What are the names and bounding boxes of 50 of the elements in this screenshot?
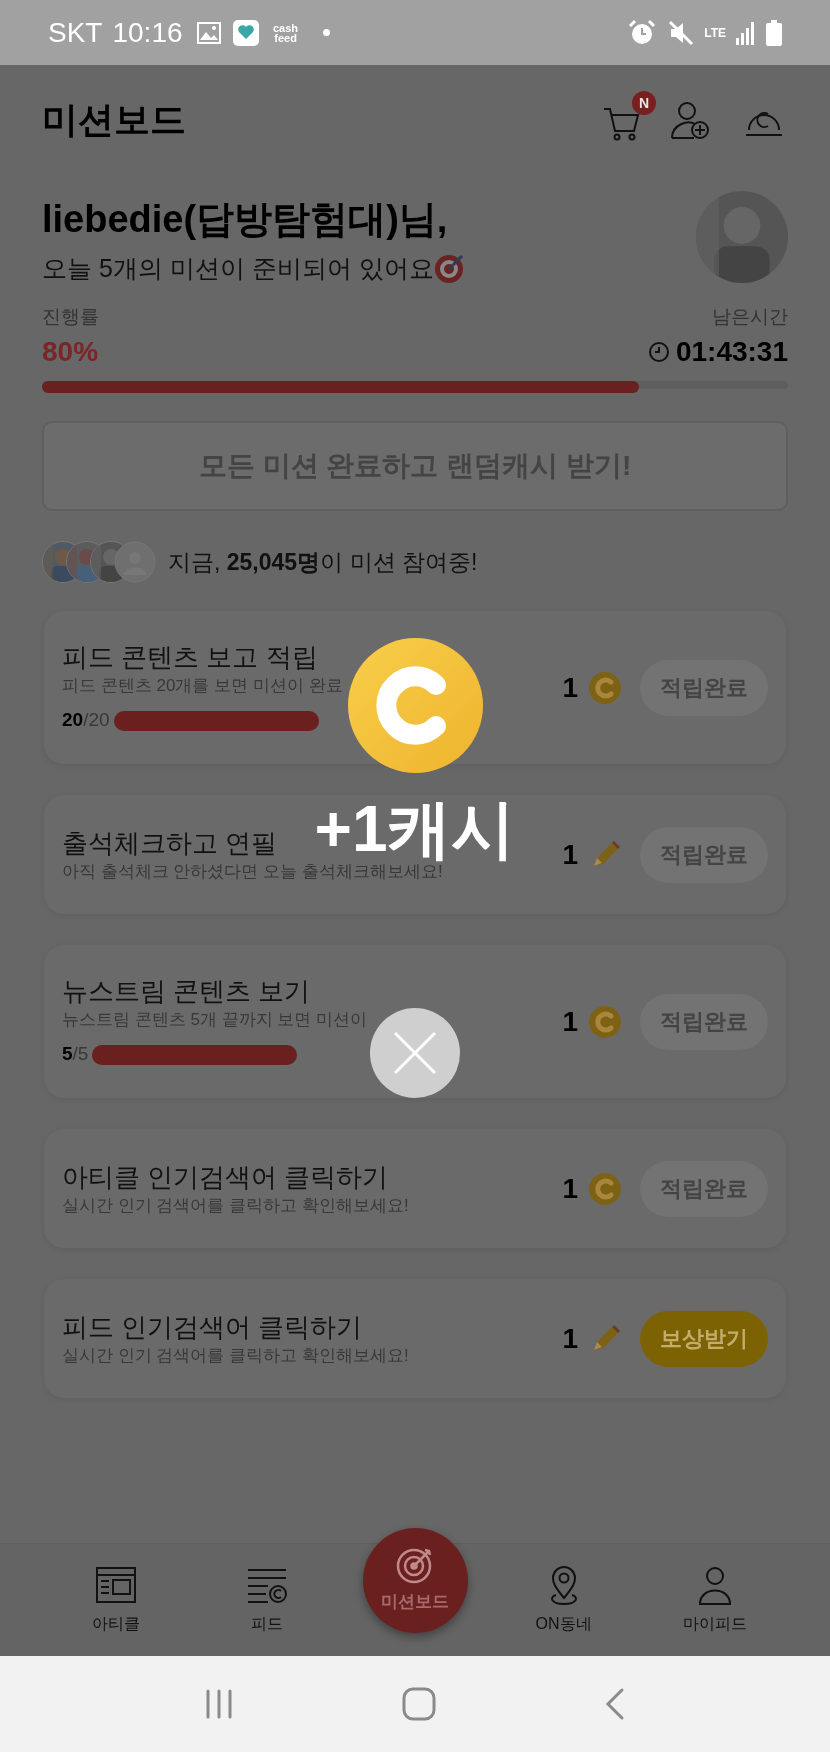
network-text: LTE (704, 26, 726, 39)
heart-app-icon (232, 19, 259, 46)
newspaper-icon (94, 1564, 137, 1606)
nav-tab[interactable]: ON동네 (508, 1564, 619, 1636)
avatar-placeholder-icon (114, 541, 156, 583)
clock-text: 10:16 (112, 15, 183, 50)
mission-title: 출석체크하고 연필 (62, 826, 278, 860)
signal-icon (736, 20, 756, 45)
clock-icon (647, 341, 670, 363)
mission-count: 5 (62, 1042, 73, 1067)
person-add-icon (670, 100, 710, 140)
nav-tab[interactable]: 아티클 (60, 1564, 171, 1636)
mute-icon (668, 19, 695, 46)
cart-button[interactable]: N (602, 91, 656, 149)
carrier-text: SKT (48, 15, 103, 50)
reward-amount: 1 (562, 837, 578, 872)
recent-apps-icon[interactable] (204, 1689, 234, 1719)
nav-tab[interactable]: 마이피드 (659, 1564, 770, 1636)
reward-amount: 1 (562, 1171, 578, 1206)
page-title: 미션보드 (42, 98, 186, 142)
mission-title: 뉴스트림 콘텐츠 보기 (62, 975, 311, 1009)
close-icon (393, 1031, 437, 1075)
reward-popup-text: +1캐시 (314, 798, 516, 860)
mission-count: 20 (62, 708, 84, 733)
mission-title: 피드 인기검색어 클릭하기 (62, 1310, 363, 1344)
reward-amount: 1 (562, 670, 578, 705)
missions-message: 오늘 5개의 미션이 준비되어 있어요 (42, 253, 434, 284)
image-icon (196, 21, 221, 44)
mission-title: 피드 콘텐츠 보고 적립 (62, 641, 318, 675)
user-greeting: liebedie(답방탐험대)님, (42, 197, 449, 241)
participants-text: 지금, 25,045명이 미션 참여중! (168, 547, 478, 577)
coin-icon (588, 1171, 622, 1206)
coin-icon (348, 638, 483, 773)
coin-icon (588, 1004, 622, 1039)
time-left: 01:43:31 (675, 335, 788, 369)
reward-amount: 1 (562, 1004, 578, 1039)
dart-target-icon (433, 252, 466, 284)
coin-icon (588, 670, 622, 705)
progress-percent: 80% (42, 335, 100, 369)
nav-tab[interactable]: 피드 (211, 1564, 322, 1636)
nav-tab[interactable]: 미션보드 (362, 1527, 468, 1633)
home-icon[interactable] (402, 1687, 436, 1721)
back-icon[interactable] (604, 1687, 626, 1721)
alarm-icon (628, 18, 657, 47)
app-label: cash feed (272, 22, 300, 43)
reward-button[interactable]: 보상받기 (640, 1310, 768, 1367)
new-badge: N (632, 91, 656, 115)
reward-amount: 1 (562, 1321, 578, 1356)
battery-icon (766, 19, 782, 46)
mission-title: 아티클 인기검색어 클릭하기 (62, 1160, 389, 1194)
